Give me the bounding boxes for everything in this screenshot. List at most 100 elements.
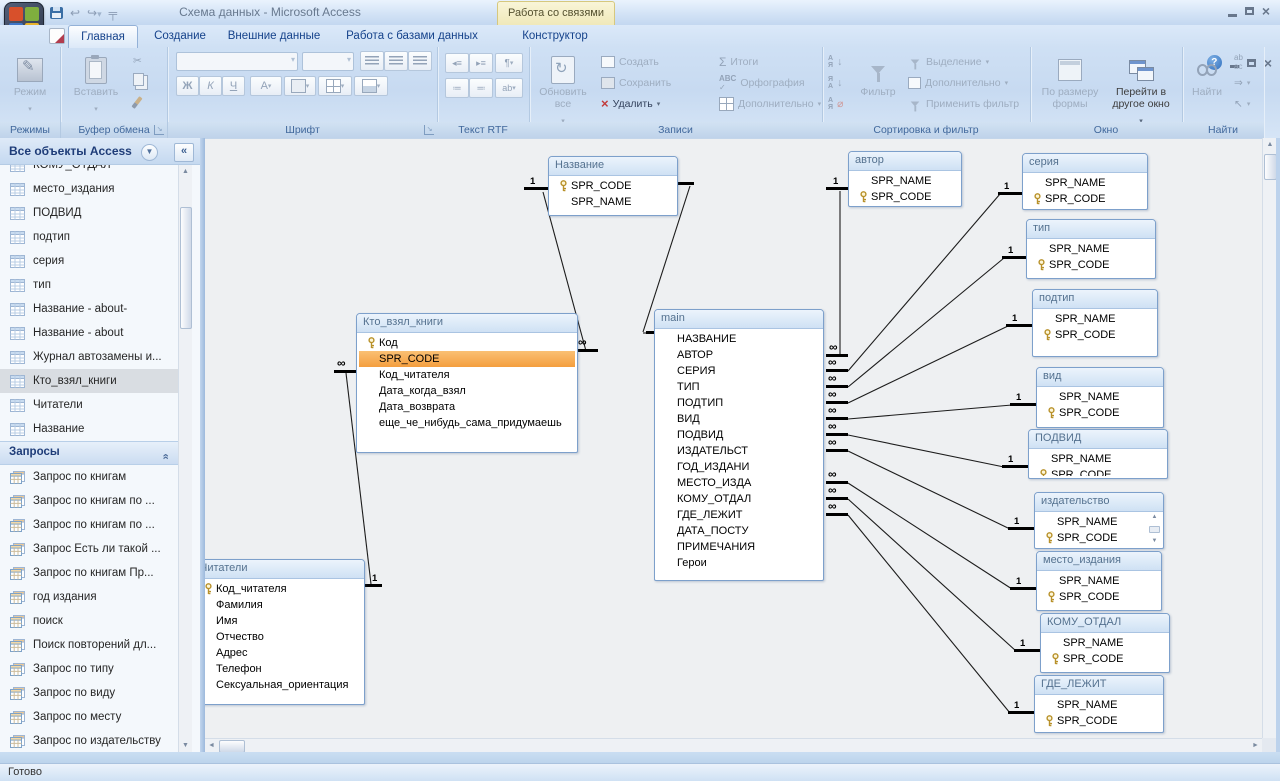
- canvas-scroll-up-icon[interactable]: ▲: [1263, 138, 1277, 151]
- entity-main[interactable]: mainНАЗВАНИЕАВТОРСЕРИЯТИППОДТИПВИДПОДВИД…: [654, 309, 824, 581]
- entity-field[interactable]: SPR_NAME: [851, 173, 959, 189]
- entity-field[interactable]: ГОД_ИЗДАНИ: [657, 459, 821, 475]
- nav-table-item[interactable]: Название: [0, 417, 178, 441]
- entity-field[interactable]: Фамилия: [205, 597, 362, 613]
- nav-table-item[interactable]: тип: [0, 273, 178, 297]
- entity-field[interactable]: SPR_NAME: [1037, 514, 1161, 530]
- tab-create[interactable]: Создание: [144, 25, 216, 47]
- nav-query-item[interactable]: Запрос по книгам: [0, 465, 178, 489]
- entity-место_издания[interactable]: место_издания SPR_NAMESPR_CODE: [1036, 551, 1162, 611]
- entity-field[interactable]: ПОДВИД: [657, 427, 821, 443]
- entity-title[interactable]: автор: [849, 152, 961, 171]
- copy-button[interactable]: [133, 72, 148, 91]
- redo-icon[interactable]: ↪▾: [87, 6, 102, 20]
- entity-field[interactable]: Код_читателя: [205, 581, 362, 597]
- align-center-button[interactable]: [384, 51, 408, 71]
- nav-table-item[interactable]: Название - about-: [0, 297, 178, 321]
- undo-icon[interactable]: ↩: [70, 6, 80, 20]
- nav-query-item[interactable]: Запрос по месту: [0, 705, 178, 729]
- entity-field[interactable]: МЕСТО_ИЗДА: [657, 475, 821, 491]
- entity-field[interactable]: SPR_CODE: [1037, 713, 1161, 729]
- nav-scrollbar[interactable]: ▲ ▼: [178, 165, 192, 752]
- doc-close-button[interactable]: ×: [1264, 57, 1272, 69]
- canvas-horizontal-scrollbar[interactable]: ◄ ►: [205, 738, 1262, 753]
- new-record-button[interactable]: Создать: [601, 52, 659, 71]
- nav-collapse-button[interactable]: «: [174, 143, 194, 162]
- entity-field[interactable]: SPR_CODE: [1025, 191, 1145, 207]
- entity-field[interactable]: SPR_NAME: [1039, 389, 1161, 405]
- filter-button[interactable]: Фильтр: [854, 50, 902, 120]
- entity-field[interactable]: Сексуальная_ориентация: [205, 677, 362, 693]
- increase-indent-button[interactable]: ▸≡: [469, 53, 493, 73]
- entity-field[interactable]: SPR_NAME: [1043, 635, 1167, 651]
- cut-button[interactable]: ✂: [133, 51, 142, 70]
- nav-table-item[interactable]: серия: [0, 249, 178, 273]
- nav-query-item[interactable]: Запрос по книгам по ...: [0, 489, 178, 513]
- nav-query-item[interactable]: Запрос по книгам по ...: [0, 513, 178, 537]
- font-dialog-launcher[interactable]: ↘: [424, 125, 434, 135]
- entity-field[interactable]: Телефон: [205, 661, 362, 677]
- nav-table-item[interactable]: КОМУ_ОТДАЛ: [0, 165, 178, 177]
- entity-field[interactable]: ГДЕ_ЛЕЖИТ: [657, 507, 821, 523]
- entity-field[interactable]: Герои: [657, 555, 821, 571]
- align-right-button[interactable]: [408, 51, 432, 71]
- save-icon[interactable]: [50, 7, 63, 19]
- entity-field[interactable]: SPR_CODE: [1029, 257, 1153, 273]
- entity-field[interactable]: SPR_NAME: [1037, 697, 1161, 713]
- entity-field[interactable]: ВИД: [657, 411, 821, 427]
- entity-title[interactable]: Кто_взял_книги: [357, 314, 577, 333]
- entity-field[interactable]: SPR_NAME: [1039, 573, 1159, 589]
- format-painter-button[interactable]: [135, 93, 139, 112]
- nav-table-item[interactable]: Читатели: [0, 393, 178, 417]
- entity-field[interactable]: ИЗДАТЕЛЬСТ: [657, 443, 821, 459]
- select-button[interactable]: ↖▾: [1234, 94, 1250, 113]
- entity-scrollbar[interactable]: ▲▼: [1149, 514, 1160, 544]
- scroll-down-icon[interactable]: ▼: [179, 739, 192, 752]
- entity-title[interactable]: Название: [549, 157, 677, 176]
- entity-field[interactable]: еще_че_нибудь_сама_придумаешь: [359, 415, 575, 431]
- view-button[interactable]: Режим▾: [1, 50, 59, 120]
- entity-field[interactable]: КОМУ_ОТДАЛ: [657, 491, 821, 507]
- scroll-up-icon[interactable]: ▲: [179, 165, 192, 178]
- scroll-right-icon[interactable]: ►: [1249, 739, 1262, 752]
- sort-ascending-button[interactable]: АЯ↓: [828, 52, 842, 71]
- entity-field[interactable]: SPR_NAME: [1035, 311, 1155, 327]
- entity-field[interactable]: ДАТА_ПОСТУ: [657, 523, 821, 539]
- entity-серия[interactable]: серияSPR_NAMESPR_CODE: [1022, 153, 1148, 210]
- entity-title[interactable]: тип: [1027, 220, 1155, 239]
- align-left-button[interactable]: [360, 51, 384, 71]
- entity-ГДЕ_ЛЕЖИТ[interactable]: ГДЕ_ЛЕЖИТSPR_NAMESPR_CODE: [1034, 675, 1164, 733]
- entity-field[interactable]: Отчество: [205, 629, 362, 645]
- text-highlight-button[interactable]: ab▾: [495, 78, 523, 98]
- nav-table-item[interactable]: ПОДВИД: [0, 201, 178, 225]
- nav-query-item[interactable]: Запрос по издательству: [0, 729, 178, 752]
- entity-field[interactable]: SPR_NAME: [1029, 241, 1153, 257]
- entity-field[interactable]: Дата_когда_взял: [359, 383, 575, 399]
- paste-button[interactable]: Вставить▾: [67, 50, 125, 120]
- tab-external-data[interactable]: Внешние данные: [222, 25, 326, 47]
- switch-window-button[interactable]: Перейти в другое окно▾: [1106, 50, 1176, 120]
- size-to-fit-button[interactable]: По размеру формы: [1038, 50, 1102, 120]
- fill-color-button[interactable]: ▾: [284, 76, 316, 96]
- entity-field[interactable]: SPR_CODE: [1031, 467, 1165, 476]
- entity-field[interactable]: Код: [359, 335, 575, 351]
- entity-title[interactable]: место_издания: [1037, 552, 1161, 571]
- entity-field[interactable]: АВТОР: [657, 347, 821, 363]
- entity-подтип[interactable]: подтипSPR_NAMESPR_CODE: [1032, 289, 1158, 357]
- nav-query-item[interactable]: год издания: [0, 585, 178, 609]
- entity-field[interactable]: SPR_NAME: [1025, 175, 1145, 191]
- entity-title[interactable]: вид: [1037, 368, 1163, 387]
- entity-field[interactable]: SPR_CODE: [1039, 589, 1159, 605]
- font-color-button[interactable]: А ▾: [250, 76, 282, 96]
- entity-field[interactable]: ТИП: [657, 379, 821, 395]
- tab-design[interactable]: Конструктор: [500, 25, 610, 47]
- alternate-fill-button[interactable]: ▾: [354, 76, 388, 96]
- spelling-button[interactable]: ABC✓Орфография: [719, 73, 805, 92]
- nav-table-item[interactable]: Кто_взял_книги: [0, 369, 178, 393]
- nav-menu-arrow-icon[interactable]: ▼: [141, 144, 158, 161]
- entity-field[interactable]: Адрес: [205, 645, 362, 661]
- entity-title[interactable]: издательство: [1035, 493, 1163, 512]
- entity-тип[interactable]: тип SPR_NAMESPR_CODE: [1026, 219, 1156, 279]
- delete-button[interactable]: ×Удалить▾: [601, 94, 660, 113]
- nav-scroll-thumb[interactable]: [180, 207, 192, 329]
